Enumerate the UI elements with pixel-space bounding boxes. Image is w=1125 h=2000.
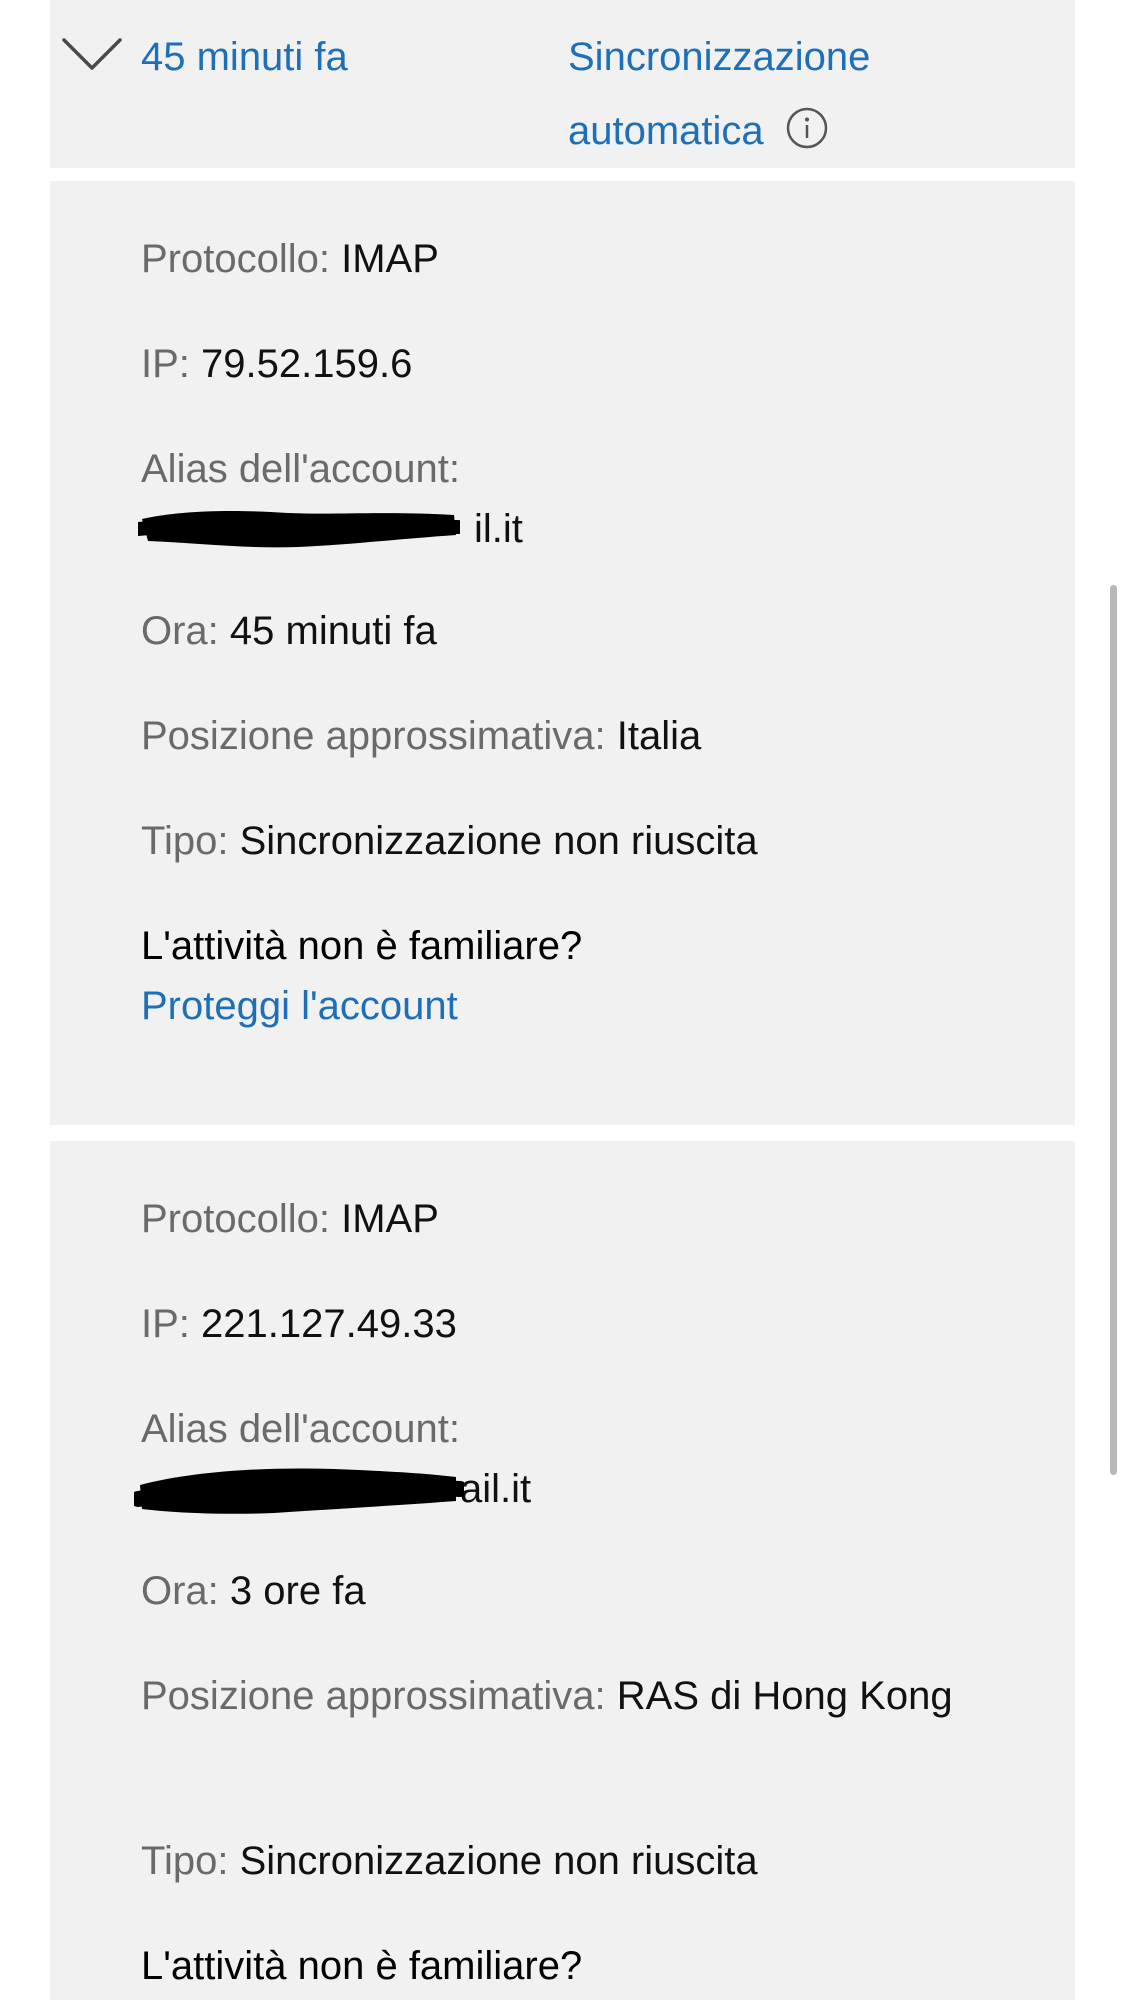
activity-card-1: Protocollo: IMAP IP: 79.52.159.6 Alias d… <box>50 181 1075 1125</box>
location-row: Posizione approssimativa: Italia <box>141 706 1001 766</box>
location-row: Posizione approssimativa: RAS di Hong Ko… <box>141 1666 971 1726</box>
protocol-value: IMAP <box>341 237 439 281</box>
unfamiliar-question: L'attività non è familiare? <box>141 1944 583 1988</box>
protocol-value: IMAP <box>341 1197 439 1241</box>
time-label: Ora: <box>141 1569 219 1613</box>
activity-page: 45 minuti fa Sincronizzazione automatica… <box>0 0 1125 2000</box>
scrollbar[interactable] <box>1110 585 1117 1475</box>
header-time: 45 minuti fa <box>141 35 348 79</box>
time-value: 3 ore fa <box>229 1569 366 1613</box>
type-label: Tipo: <box>141 819 229 863</box>
time-row: Ora: 3 ore fa <box>141 1561 1001 1621</box>
location-value: RAS di Hong Kong <box>616 1674 953 1718</box>
alias-value: ail.it <box>460 1467 532 1511</box>
ip-label: IP: <box>141 342 190 386</box>
ip-value: 79.52.159.6 <box>201 342 413 386</box>
ip-row: IP: 221.127.49.33 <box>141 1294 1001 1354</box>
location-label: Posizione approssimativa: <box>141 1674 606 1718</box>
location-value: Italia <box>616 714 702 758</box>
ip-row: IP: 79.52.159.6 <box>141 334 1001 394</box>
time-row: Ora: 45 minuti fa <box>141 601 1001 661</box>
protocol-label: Protocollo: <box>141 237 330 281</box>
type-value: Sincronizzazione non riuscita <box>239 819 758 863</box>
alias-row: Alias dell'account: <box>141 1399 1001 1459</box>
type-row: Tipo: Sincronizzazione non riuscita <box>141 811 1001 871</box>
ip-label: IP: <box>141 1302 190 1346</box>
redaction-scribble <box>134 1468 464 1514</box>
activity-card-2: Protocollo: IMAP IP: 221.127.49.33 Alias… <box>50 1141 1075 2000</box>
protocol-row: Protocollo: IMAP <box>141 229 1001 289</box>
type-value: Sincronizzazione non riuscita <box>239 1839 758 1883</box>
time-value: 45 minuti fa <box>229 609 437 653</box>
alias-label: Alias dell'account: <box>141 447 460 491</box>
protect-account-link[interactable]: Proteggi l'account <box>141 976 458 1036</box>
type-label: Tipo: <box>141 1839 229 1883</box>
protocol-row: Protocollo: IMAP <box>141 1189 1001 1249</box>
time-label: Ora: <box>141 609 219 653</box>
ip-value: 221.127.49.33 <box>201 1302 457 1346</box>
redaction-scribble <box>138 511 460 548</box>
protocol-label: Protocollo: <box>141 1197 330 1241</box>
chevron-down-icon[interactable] <box>60 34 124 74</box>
location-label: Posizione approssimativa: <box>141 714 606 758</box>
info-icon[interactable] <box>786 107 828 149</box>
alias-label: Alias dell'account: <box>141 1407 460 1451</box>
activity-header[interactable]: 45 minuti fa Sincronizzazione automatica <box>50 0 1075 168</box>
unfamiliar-question: L'attività non è familiare? <box>141 924 583 968</box>
alias-row: Alias dell'account: <box>141 439 1001 499</box>
type-row: Tipo: Sincronizzazione non riuscita <box>141 1831 1001 1891</box>
alias-value: il.it <box>474 507 523 551</box>
header-type: Sincronizzazione automatica <box>568 20 998 168</box>
